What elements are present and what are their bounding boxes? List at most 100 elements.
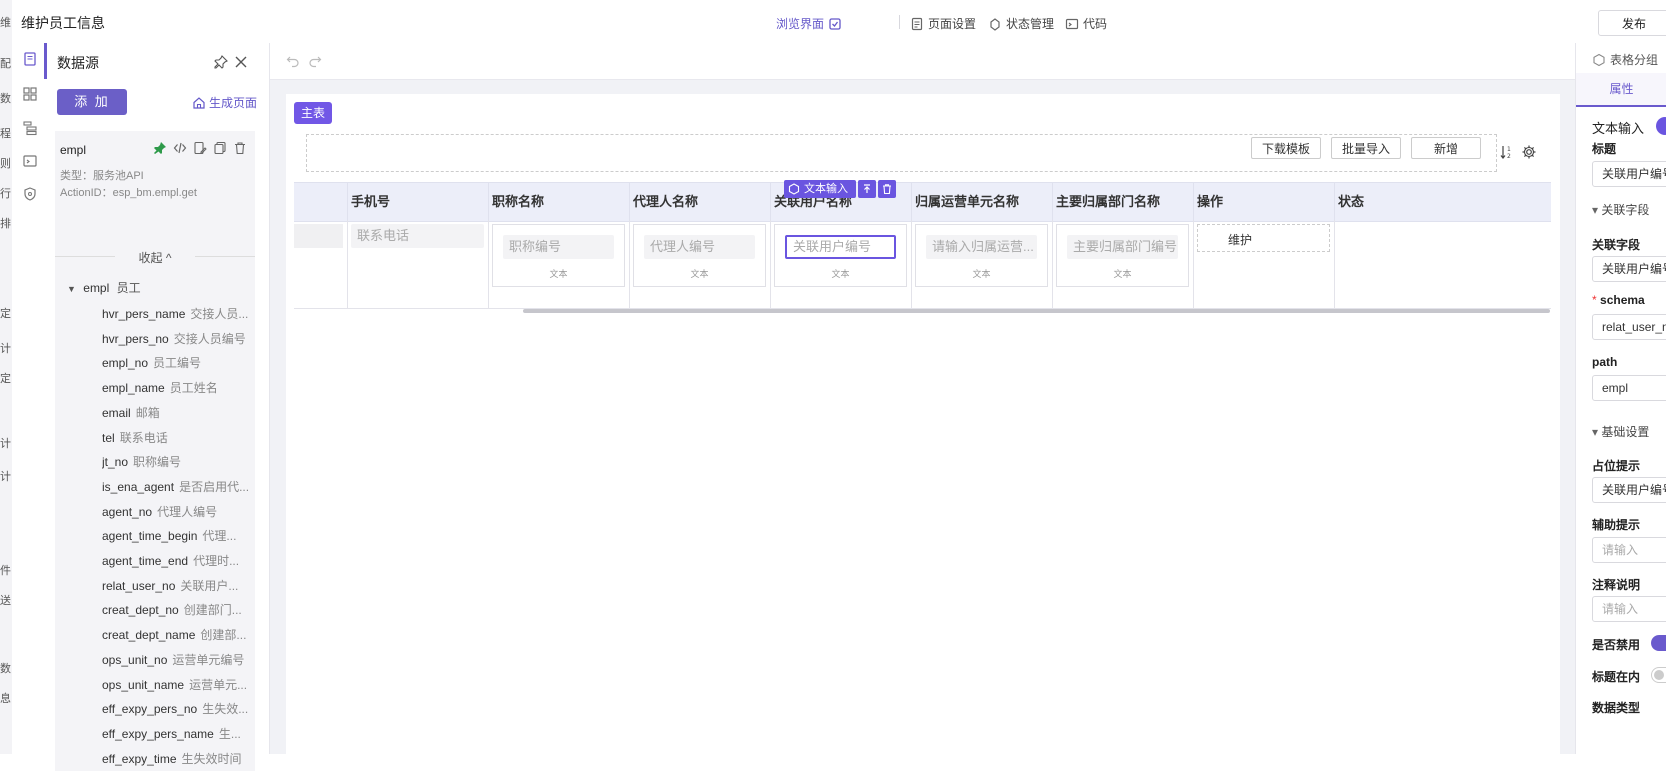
- jt-input[interactable]: 职称编号: [503, 235, 614, 259]
- column-header-agent[interactable]: 代理人名称: [629, 183, 770, 221]
- download-template-button[interactable]: 下载模板: [1251, 137, 1321, 159]
- select-parent-icon[interactable]: [858, 180, 876, 198]
- gear-icon[interactable]: [1521, 144, 1537, 160]
- field-desc: 邮箱: [135, 405, 160, 420]
- table-group-tab[interactable]: 表格分组: [1592, 51, 1658, 68]
- note-input[interactable]: 请输入: [1592, 596, 1666, 622]
- generate-page-link[interactable]: 生成页面: [192, 94, 257, 111]
- dept-input[interactable]: 主要归属部门编号: [1067, 235, 1178, 259]
- column-header-ops-unit[interactable]: 归属运营单元名称: [911, 183, 1052, 221]
- maintain-button[interactable]: 维护: [1228, 231, 1252, 248]
- horizontal-scrollbar[interactable]: [523, 309, 1550, 313]
- cell-component-box[interactable]: 代理人编号 文本: [633, 224, 766, 287]
- title-inside-toggle[interactable]: [1651, 667, 1666, 683]
- tree-field-item[interactable]: email 邮箱: [102, 404, 252, 421]
- tree-field-item[interactable]: is_ena_agent 是否启用代...: [102, 478, 252, 495]
- field-desc: 联系电话: [119, 430, 168, 445]
- publish-button[interactable]: 发布: [1598, 10, 1666, 36]
- outline-tree-icon[interactable]: [22, 120, 38, 136]
- tree-field-item[interactable]: jt_no 职称编号: [102, 453, 252, 470]
- tree-field-item[interactable]: hvr_pers_no 交接人员编号: [102, 330, 252, 347]
- sort-icon[interactable]: 12: [1499, 144, 1515, 160]
- cell-type-label: 文本: [831, 269, 850, 279]
- tree-field-item[interactable]: agent_no 代理人编号: [102, 503, 252, 520]
- edit-icon[interactable]: [193, 141, 207, 155]
- schema-label-text: schema: [1600, 293, 1645, 307]
- tree-field-item[interactable]: creat_dept_name 创建部...: [102, 626, 252, 643]
- disabled-toggle[interactable]: [1651, 635, 1666, 651]
- collapse-toggle[interactable]: 收起 ^: [55, 249, 255, 266]
- selected-component-label[interactable]: 文本输入: [784, 180, 856, 198]
- tree-field-item[interactable]: ops_unit_no 运营单元编号: [102, 651, 252, 668]
- pin-icon[interactable]: [213, 54, 229, 70]
- relat-user-input-selected[interactable]: 关联用户编号: [785, 235, 896, 259]
- related-field-select[interactable]: 关联用户编号: [1592, 256, 1666, 282]
- tree-field-item[interactable]: empl_name 员工姓名: [102, 379, 252, 396]
- tab-properties[interactable]: 属性: [1576, 73, 1666, 107]
- pin-green-icon[interactable]: [153, 141, 167, 155]
- field-desc: 运营单元...: [189, 677, 248, 692]
- table-cell: 代理人编号 文本: [629, 220, 770, 308]
- column-header-action[interactable]: 操作: [1193, 183, 1334, 221]
- tel-input[interactable]: 联系电话: [351, 224, 484, 248]
- delete-component-icon[interactable]: [878, 180, 896, 198]
- datatype-label: 数据类型: [1592, 701, 1641, 715]
- code-link[interactable]: 代码: [1065, 15, 1107, 32]
- related-fields-section[interactable]: 关联字段: [1592, 201, 1649, 218]
- datasource-icon[interactable]: [22, 51, 38, 67]
- field-name: is_ena_agent: [102, 479, 175, 494]
- close-icon[interactable]: [233, 54, 249, 70]
- tree-field-item[interactable]: tel 联系电话: [102, 429, 252, 446]
- tree-field-item[interactable]: ops_unit_name 运营单元...: [102, 676, 252, 693]
- state-mgmt-link[interactable]: 状态管理: [988, 15, 1054, 32]
- tree-field-item[interactable]: hvr_pers_name 交接人员...: [102, 305, 252, 322]
- column-header-jt[interactable]: 职称名称: [488, 183, 629, 221]
- placeholder-input[interactable]: 关联用户编号: [1592, 477, 1666, 503]
- components-icon[interactable]: [22, 86, 38, 102]
- ops-unit-input[interactable]: 请输入归属运营...: [926, 235, 1037, 259]
- code-icon[interactable]: [173, 141, 187, 155]
- column-header-dept[interactable]: 主要归属部门名称: [1052, 183, 1193, 221]
- schema-input[interactable]: relat_user_no: [1592, 314, 1666, 340]
- tree-root[interactable]: ▼ empl 员工: [67, 279, 141, 296]
- batch-import-button[interactable]: 批量导入: [1331, 137, 1401, 159]
- add-datasource-button[interactable]: 添 加: [57, 89, 127, 115]
- edge-char: 定: [0, 308, 11, 320]
- agent-input[interactable]: 代理人编号: [644, 235, 755, 259]
- basic-settings-section[interactable]: 基础设置: [1592, 423, 1649, 440]
- help-input[interactable]: 请输入: [1592, 537, 1666, 563]
- tree-field-item[interactable]: empl_no 员工编号: [102, 354, 252, 371]
- column-header-status[interactable]: 状态: [1334, 183, 1551, 221]
- shield-icon[interactable]: [22, 186, 38, 202]
- cell-component-box[interactable]: 职称编号 文本: [492, 224, 625, 287]
- cell-component-box[interactable]: 主要归属部门编号 文本: [1056, 224, 1189, 287]
- edge-char: 计: [0, 471, 11, 483]
- add-record-button[interactable]: 新增: [1411, 137, 1481, 159]
- page-settings-link[interactable]: 页面设置: [910, 15, 976, 32]
- tree-field-item[interactable]: agent_time_end 代理时...: [102, 552, 252, 569]
- tree-field-item[interactable]: eff_expy_pers_no 生失效...: [102, 700, 252, 717]
- field-name: ops_unit_no: [102, 652, 168, 667]
- title-input[interactable]: 关联用户编号: [1592, 161, 1666, 187]
- cell-component-box[interactable]: 关联用户编号 文本: [774, 224, 907, 287]
- path-input[interactable]: empl: [1592, 375, 1666, 401]
- tree-expand-icon[interactable]: ▼: [67, 284, 76, 294]
- tree-field-item[interactable]: relat_user_no 关联用户...: [102, 577, 252, 594]
- preview-link[interactable]: 浏览界面: [776, 15, 842, 32]
- tree-field-item[interactable]: eff_expy_time 生失效时间: [102, 750, 252, 767]
- field-name: email: [102, 405, 131, 420]
- cell-component-box[interactable]: 请输入归属运营... 文本: [915, 224, 1048, 287]
- console-icon[interactable]: [22, 153, 38, 169]
- trash-icon[interactable]: [233, 141, 247, 155]
- undo-icon[interactable]: [286, 54, 300, 68]
- tree-field-item[interactable]: agent_time_begin 代理...: [102, 527, 252, 544]
- tree-field-item[interactable]: eff_expy_pers_name 生...: [102, 725, 252, 742]
- datasource-panel: 数据源 添 加 生成页面 empl 类型：服务池API ActionID：esp…: [47, 43, 270, 771]
- column-header-tel[interactable]: 手机号: [347, 183, 488, 221]
- tree-field-item[interactable]: creat_dept_no 创建部门...: [102, 601, 252, 618]
- main-table-tag[interactable]: 主表: [294, 102, 332, 124]
- table-cell: 联系电话: [347, 220, 488, 308]
- redo-icon[interactable]: [308, 54, 322, 68]
- field-desc: 代理时...: [193, 554, 240, 568]
- copy-icon[interactable]: [213, 141, 227, 155]
